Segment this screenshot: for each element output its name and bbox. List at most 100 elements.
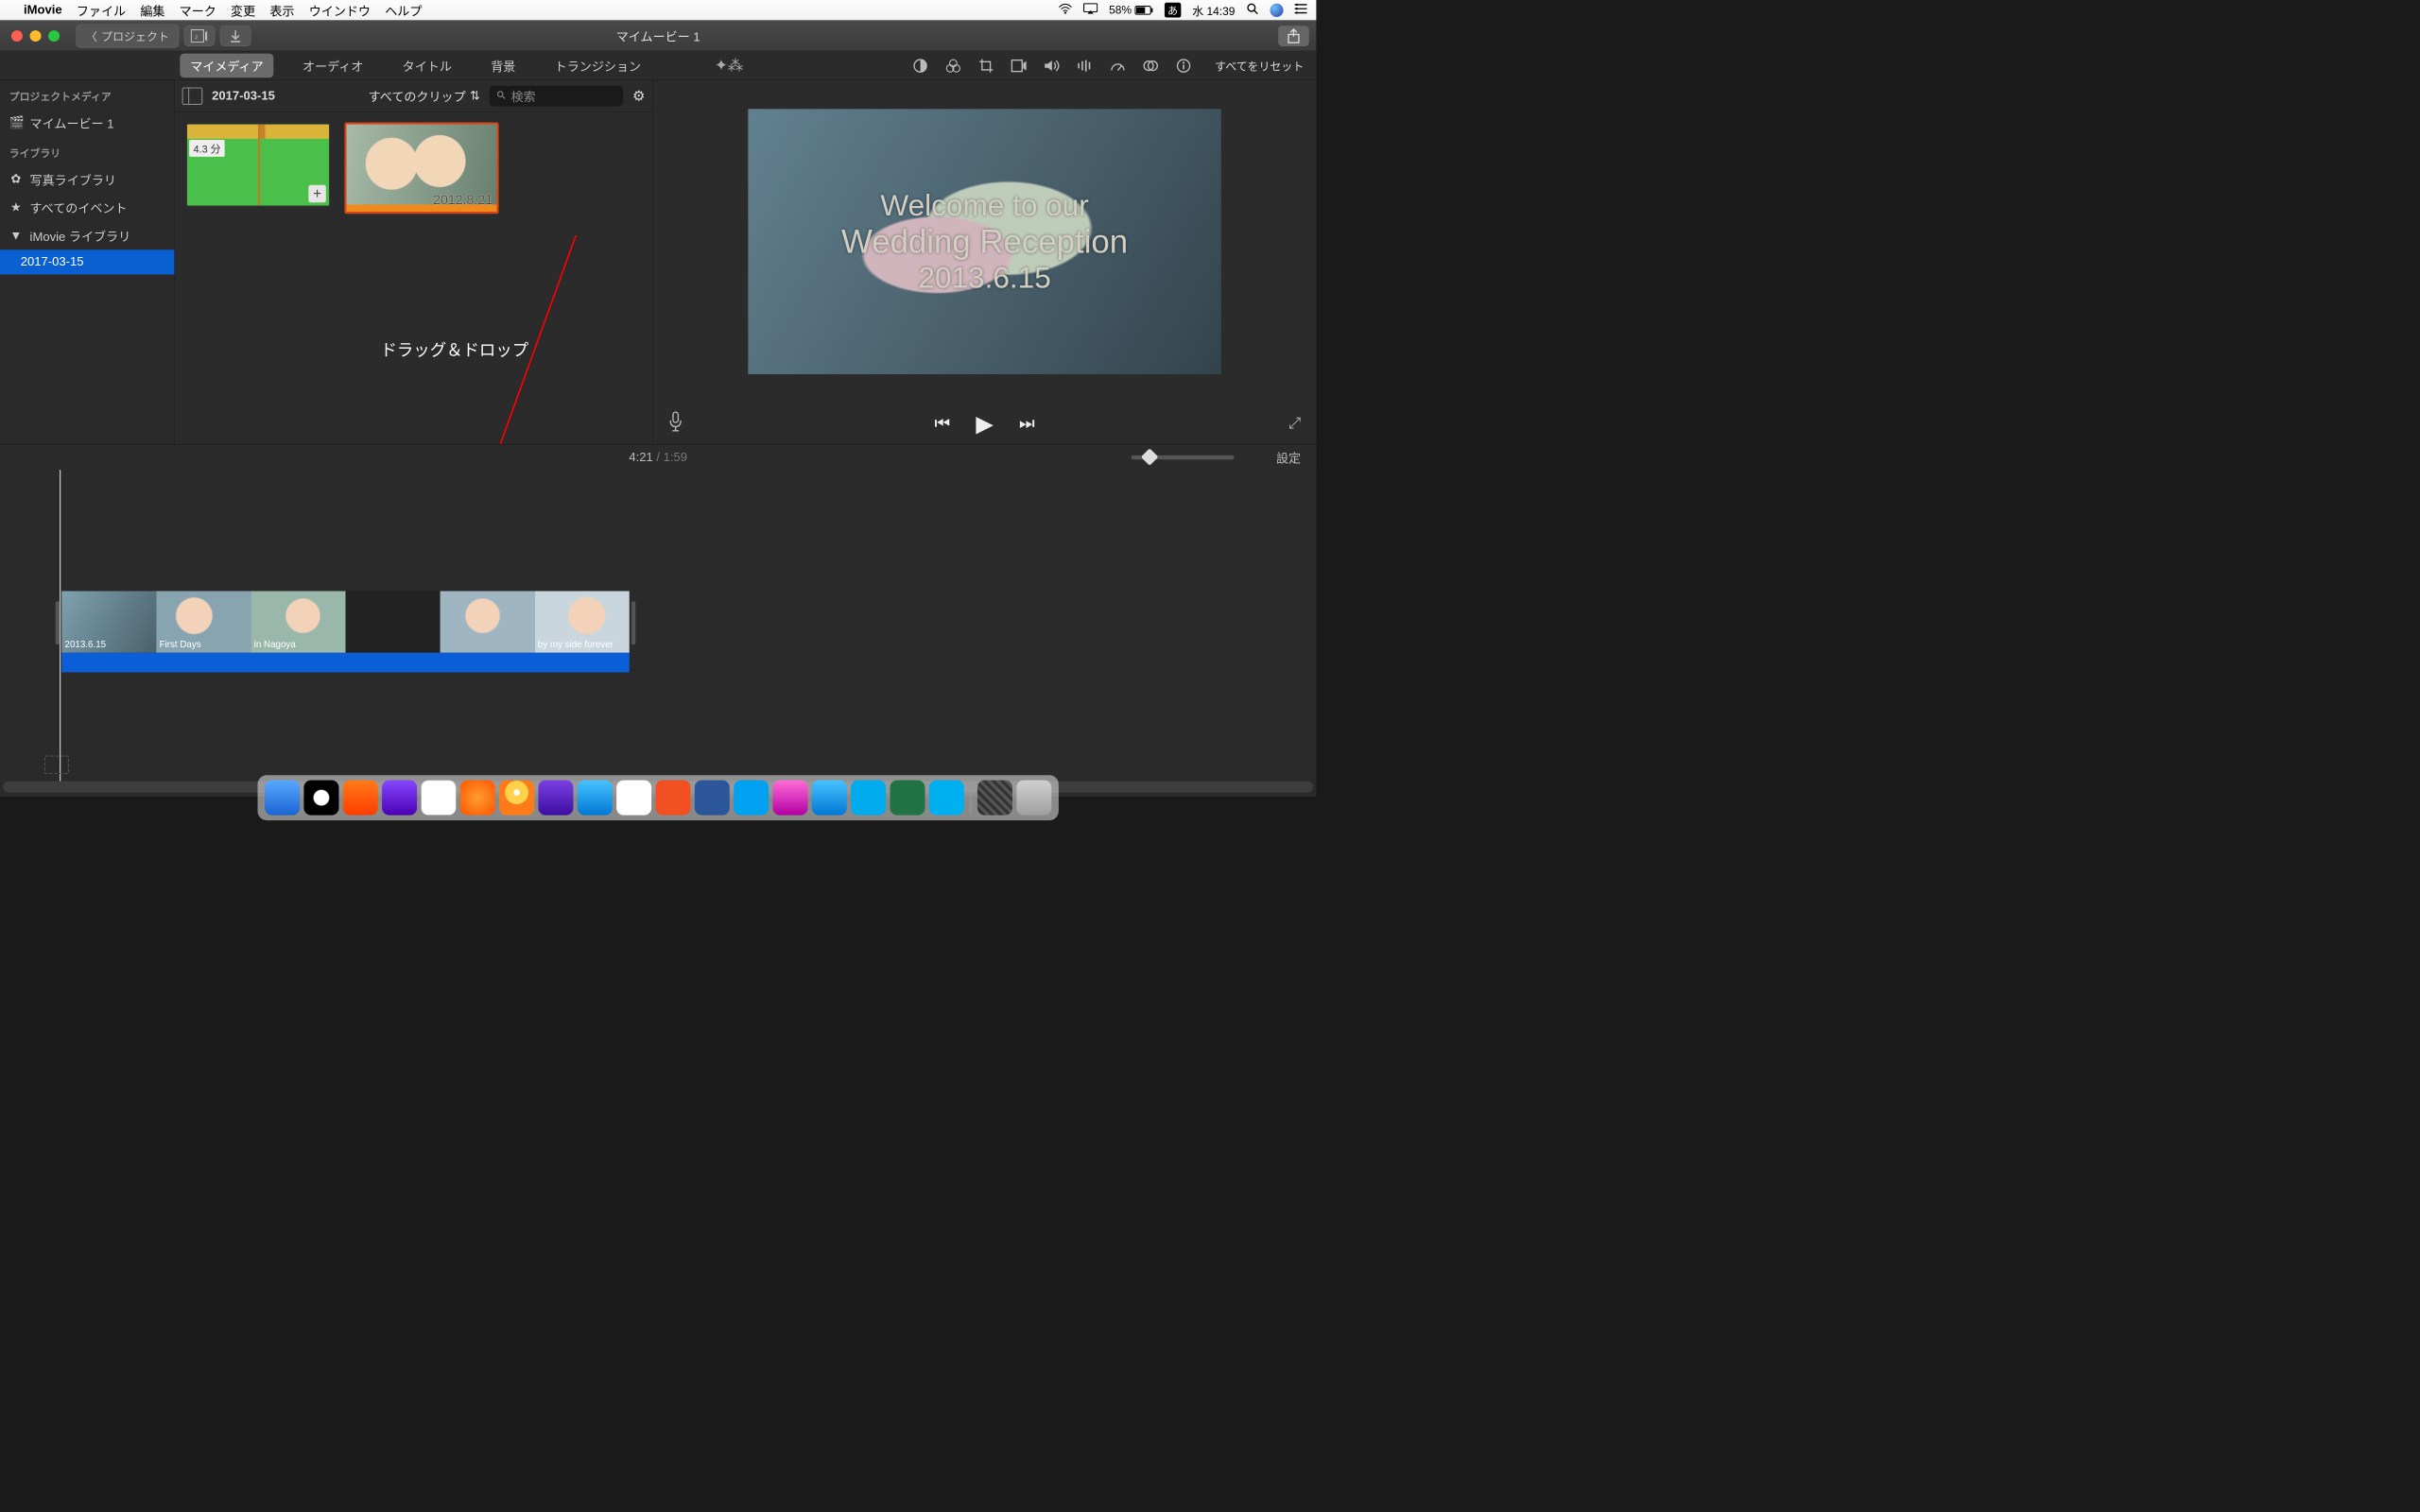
video-track[interactable]: 2013.6.15 First Days in Nagoya by my sid…	[61, 591, 629, 652]
timeline-clip[interactable]: in Nagoya	[251, 591, 345, 652]
prev-button[interactable]: ⏮	[935, 414, 951, 434]
crop-icon[interactable]	[977, 57, 994, 74]
fullscreen-button[interactable]: ⤢	[1288, 415, 1301, 432]
battery-status[interactable]: 58%	[1109, 4, 1153, 17]
sidebar-item-all-events[interactable]: ★ すべてのイベント	[0, 194, 174, 222]
window-title: マイムービー 1	[616, 26, 700, 44]
clock[interactable]: 水 14:39	[1192, 2, 1235, 18]
toggle-sidebar-button[interactable]	[182, 87, 203, 104]
dock-safari-icon[interactable]	[578, 781, 613, 816]
timeline[interactable]: 2013.6.15 First Days in Nagoya by my sid…	[0, 470, 1316, 797]
window-minimize-button[interactable]	[30, 30, 42, 42]
window-close-button[interactable]	[11, 30, 23, 42]
menu-file[interactable]: ファイル	[77, 1, 126, 19]
video-clip-thumbnail[interactable]: 2012.8.21	[344, 122, 498, 214]
dock-trash-icon[interactable]	[1016, 781, 1051, 816]
sidebar-head-library: ライブラリ	[0, 137, 174, 165]
browser-title: 2017-03-15	[212, 89, 275, 103]
timeline-zoom-slider[interactable]	[1132, 455, 1235, 459]
browser-toolbar: 2017-03-15 すべてのクリップ ⇅ 検索 ⚙	[175, 80, 652, 112]
spotlight-icon[interactable]	[1246, 2, 1258, 17]
timeline-clip[interactable]	[441, 591, 535, 652]
timeline-clip[interactable]: by my side forever	[535, 591, 630, 652]
content-tabs-row: マイメディア オーディオ タイトル 背景 トランジション ✦⁂ すべてをリセット	[0, 51, 1316, 79]
reset-all-button[interactable]: すべてをリセット	[1215, 58, 1304, 74]
flower-icon: ✿	[9, 172, 23, 187]
color-correction-icon[interactable]	[944, 57, 961, 74]
wifi-icon[interactable]	[1059, 4, 1072, 17]
dock-vlc-icon[interactable]	[499, 781, 534, 816]
menu-view[interactable]: 表示	[269, 1, 294, 19]
dock-skype-icon[interactable]	[929, 781, 964, 816]
dock-imovie-icon[interactable]	[538, 781, 573, 816]
clip-edge-handle-left[interactable]	[56, 601, 60, 644]
sidebar-item-event[interactable]: 2017-03-15	[0, 249, 174, 274]
timeline-clip[interactable]: First Days	[156, 591, 251, 652]
timeline-clip[interactable]	[346, 591, 441, 652]
dock-app-icon[interactable]	[460, 781, 495, 816]
dock-excel-icon[interactable]	[890, 781, 925, 816]
tab-backgrounds[interactable]: 背景	[480, 54, 526, 78]
menu-modify[interactable]: 変更	[231, 1, 255, 19]
timeline-clip[interactable]: 2013.6.15	[61, 591, 156, 652]
browser-settings-button[interactable]: ⚙	[632, 87, 646, 104]
dock-chrome-icon[interactable]	[616, 781, 651, 816]
dock-calendar-icon[interactable]	[421, 781, 456, 816]
siri-icon[interactable]	[1270, 4, 1283, 17]
notification-center-icon[interactable]	[1295, 4, 1307, 17]
speed-icon[interactable]	[1109, 57, 1126, 74]
time-display-bar: 4:21 / 1:59 設定	[0, 444, 1316, 470]
sidebar-item-project[interactable]: 🎬 マイムービー 1	[0, 109, 174, 137]
dock-app-icon[interactable]	[734, 781, 769, 816]
empty-clip-slot[interactable]	[44, 756, 69, 775]
clip-filter-icon[interactable]	[1142, 57, 1159, 74]
tab-audio[interactable]: オーディオ	[292, 54, 373, 78]
menu-help[interactable]: ヘルプ	[385, 1, 422, 19]
next-button[interactable]: ⏭	[1019, 414, 1035, 434]
enhance-wand-button[interactable]: ✦⁂	[715, 57, 743, 75]
dock-app-icon[interactable]	[851, 781, 886, 816]
color-balance-icon[interactable]	[911, 57, 928, 74]
project-clip-thumbnail[interactable]: 4.3 分 +	[186, 124, 330, 207]
info-icon[interactable]	[1175, 57, 1192, 74]
play-button[interactable]: ▶	[976, 410, 993, 437]
clip-filter-dropdown[interactable]: すべてのクリップ ⇅	[369, 87, 480, 105]
share-button[interactable]	[1278, 26, 1309, 46]
browser-canvas[interactable]: 4.3 分 + 2012.8.21 ドラッグ＆ドロップ	[175, 112, 652, 444]
dock-finder-icon[interactable]	[265, 781, 300, 816]
import-download-button[interactable]	[220, 26, 251, 46]
tab-my-media[interactable]: マイメディア	[180, 54, 273, 78]
input-method-icon[interactable]: あ	[1165, 3, 1181, 18]
add-clip-button[interactable]: +	[308, 185, 325, 202]
dock-app-icon[interactable]	[382, 781, 417, 816]
menu-mark[interactable]: マーク	[180, 1, 216, 19]
noise-equalizer-icon[interactable]	[1076, 57, 1093, 74]
window-zoom-button[interactable]	[48, 30, 60, 42]
tab-transitions[interactable]: トランジション	[544, 54, 651, 78]
menu-edit[interactable]: 編集	[140, 1, 164, 19]
sidebar-item-imovie-library[interactable]: ▼ iMovie ライブラリ	[0, 221, 174, 249]
app-menu[interactable]: iMovie	[24, 3, 62, 17]
airplay-icon[interactable]	[1083, 3, 1098, 17]
disclosure-triangle-icon: ▼	[9, 229, 23, 243]
sidebar-item-photo-library[interactable]: ✿ 写真ライブラリ	[0, 165, 174, 194]
audio-track[interactable]	[61, 653, 629, 673]
dock-siri-icon[interactable]	[303, 781, 338, 816]
tab-titles[interactable]: タイトル	[392, 54, 462, 78]
volume-icon[interactable]	[1043, 57, 1060, 74]
back-to-projects-button[interactable]: 〈 プロジェクト	[76, 24, 179, 47]
media-import-button[interactable]: ♪	[184, 26, 216, 46]
dock-app-icon[interactable]	[343, 781, 378, 816]
dock-appstore-icon[interactable]	[812, 781, 847, 816]
dock-downloads-icon[interactable]	[977, 781, 1012, 816]
clip-edge-handle-right[interactable]	[631, 601, 635, 644]
search-field[interactable]: 検索	[490, 86, 623, 107]
dock-word-icon[interactable]	[695, 781, 730, 816]
menu-window[interactable]: ウインドウ	[309, 1, 371, 19]
voiceover-mic-button[interactable]	[668, 411, 683, 437]
preview-canvas[interactable]: Welcome to our Wedding Reception 2013.6.…	[653, 80, 1317, 404]
dock-itunes-icon[interactable]	[772, 781, 807, 816]
dock-powerpoint-icon[interactable]	[655, 781, 690, 816]
stabilization-icon[interactable]	[1011, 57, 1028, 74]
timeline-settings-button[interactable]: 設定	[1276, 448, 1301, 466]
